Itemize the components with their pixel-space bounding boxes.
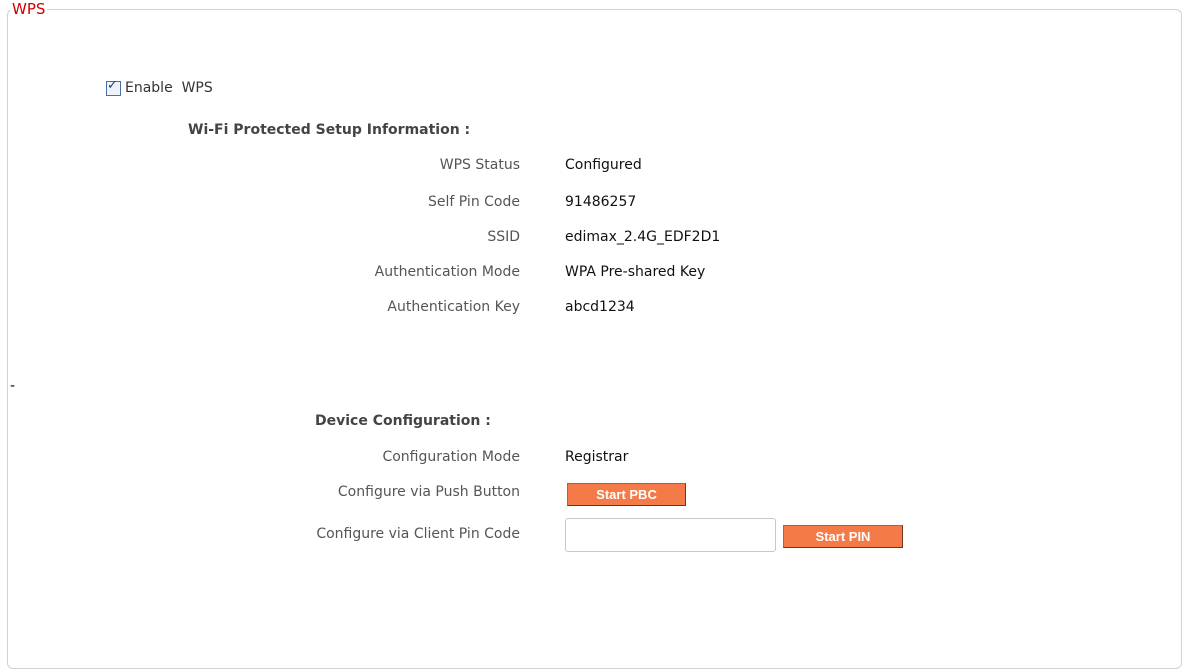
auth-mode-label: Authentication Mode <box>374 264 520 280</box>
client-pin-input[interactable] <box>565 518 776 552</box>
wps-info-heading: Wi-Fi Protected Setup Information : <box>188 122 471 138</box>
ssid-label: SSID <box>487 229 520 245</box>
push-button-label: Configure via Push Button <box>337 484 520 500</box>
wps-panel <box>7 9 1182 669</box>
check-icon: ✓ <box>107 77 118 93</box>
separator-dash: - <box>10 378 16 394</box>
panel-title: WPS <box>10 0 48 18</box>
enable-wps-checkbox[interactable]: ✓ <box>106 77 121 96</box>
device-config-heading: Device Configuration : <box>315 413 491 429</box>
self-pin-value: 91486257 <box>565 194 637 210</box>
wps-status-label: WPS Status <box>439 157 520 173</box>
wps-status-value: Configured <box>565 157 642 173</box>
enable-wps-row[interactable]: ✓ Enable WPS <box>106 77 213 96</box>
start-pin-button[interactable]: Start PIN <box>783 525 903 548</box>
enable-wps-label: Enable WPS <box>125 80 213 96</box>
config-mode-label: Configuration Mode <box>382 449 520 465</box>
auth-key-value: abcd1234 <box>565 299 635 315</box>
client-pin-label: Configure via Client Pin Code <box>316 526 520 542</box>
config-mode-value: Registrar <box>565 449 629 465</box>
auth-key-label: Authentication Key <box>387 299 520 315</box>
ssid-value: edimax_2.4G_EDF2D1 <box>565 229 721 245</box>
auth-mode-value: WPA Pre-shared Key <box>565 264 706 280</box>
self-pin-label: Self Pin Code <box>428 194 520 210</box>
start-pbc-button[interactable]: Start PBC <box>567 483 686 506</box>
